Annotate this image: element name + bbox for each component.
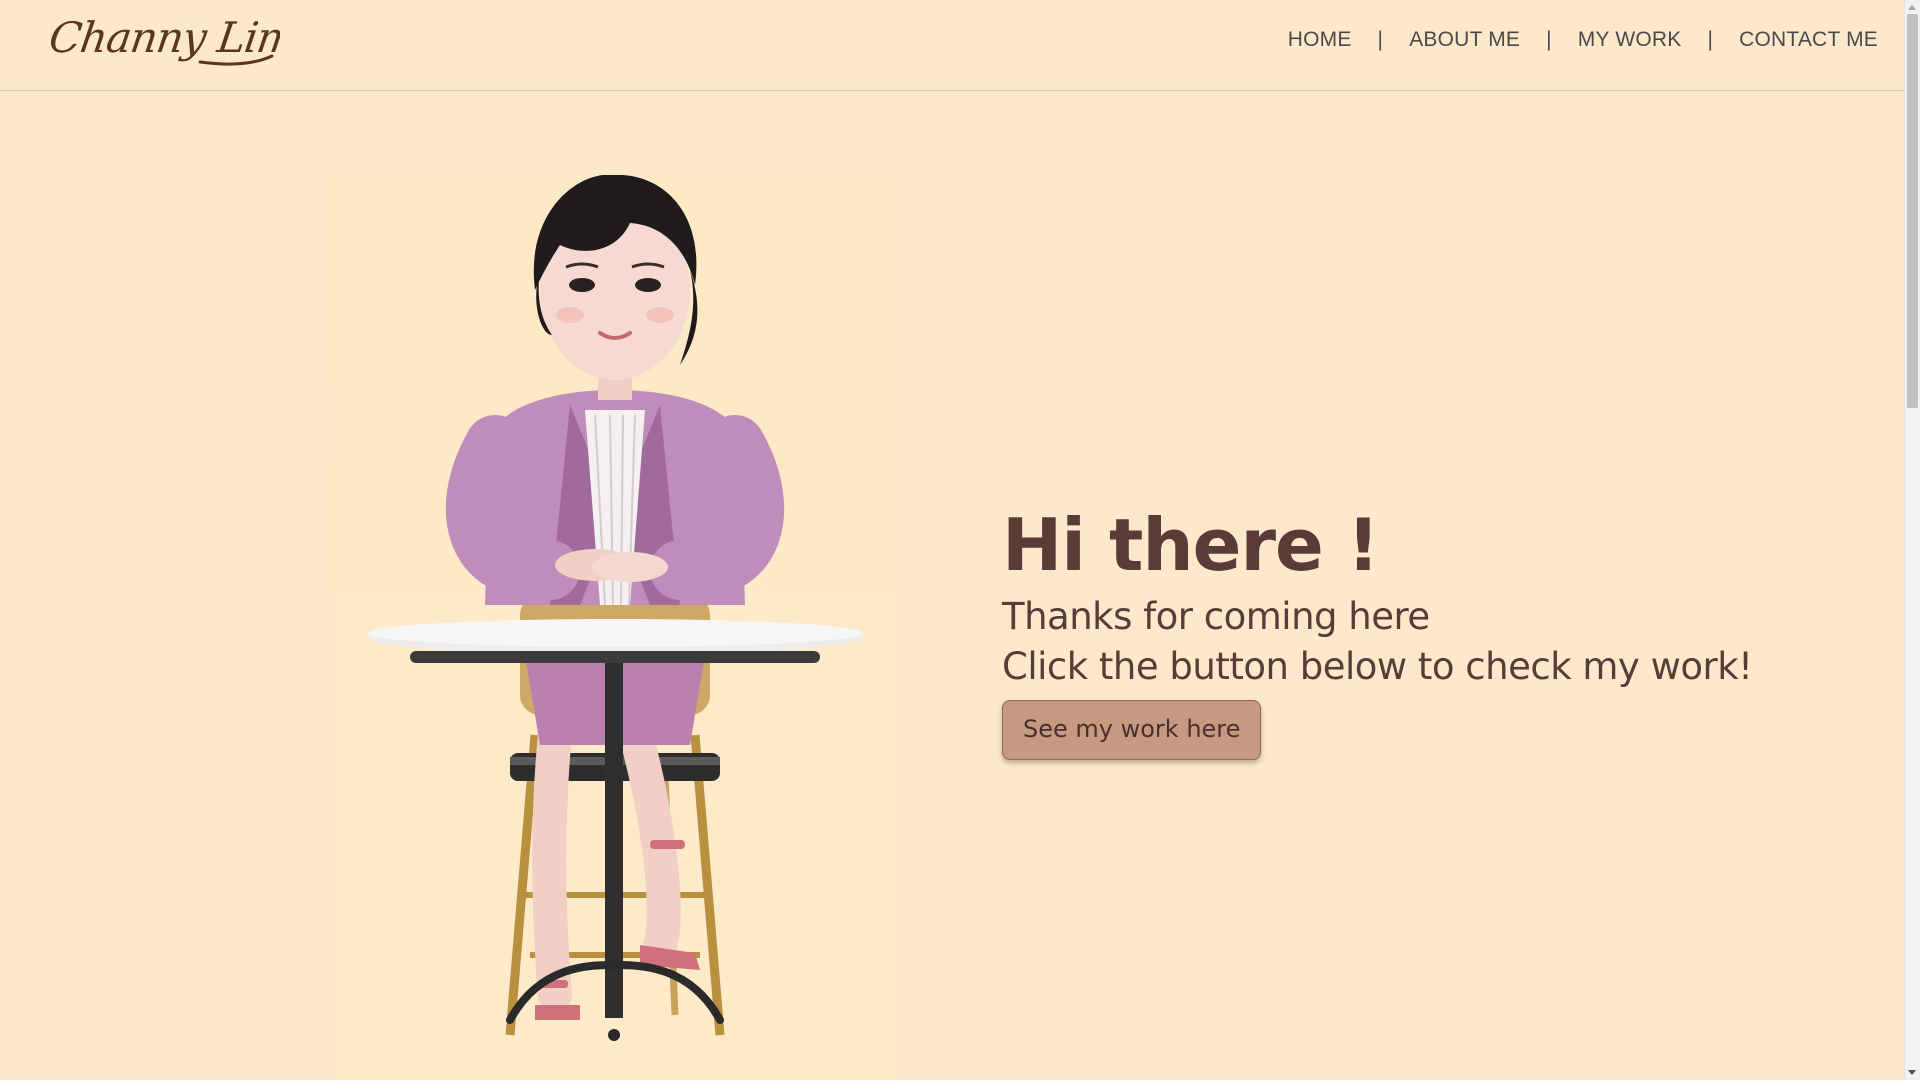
hero-illustration [330,175,900,1080]
see-my-work-button[interactable]: See my work here [1002,700,1262,760]
scroll-down-arrow-icon[interactable] [1908,1070,1916,1075]
scroll-thumb[interactable] [1907,14,1918,408]
nav-home[interactable]: HOME [1288,28,1352,52]
nav-separator: | [1377,28,1384,51]
nav-separator: | [1707,28,1714,51]
hero-line-2: Click the button below to check my work! [1002,645,1753,688]
nav-separator: | [1546,28,1552,51]
site-logo[interactable]: Channy Lim [50,6,280,76]
nav-contact-me[interactable]: CONTACT ME [1739,28,1878,52]
scroll-up-arrow-icon[interactable] [1908,5,1916,10]
site-header: Channy Lim HOME | ABOUT ME | MY WORK | C… [0,0,1904,91]
svg-text:Channy Lim: Channy Lim [50,13,280,62]
avatar-girl-at-cafe-table-icon [367,175,863,1041]
hero-text: Hi there ! Thanks for coming here Click … [1002,500,1822,760]
nav-about-me[interactable]: ABOUT ME [1409,28,1520,52]
nav-my-work[interactable]: MY WORK [1578,28,1682,52]
page: Channy Lim HOME | ABOUT ME | MY WORK | C… [0,0,1920,1080]
hero-title: Hi there ! [1002,503,1380,587]
logo-script-icon: Channy Lim [50,13,280,66]
vertical-scrollbar[interactable] [1904,0,1920,1080]
main-nav: HOME | ABOUT ME | MY WORK | CONTACT ME [1288,28,1878,52]
hero-line-1: Thanks for coming here [1002,595,1430,638]
